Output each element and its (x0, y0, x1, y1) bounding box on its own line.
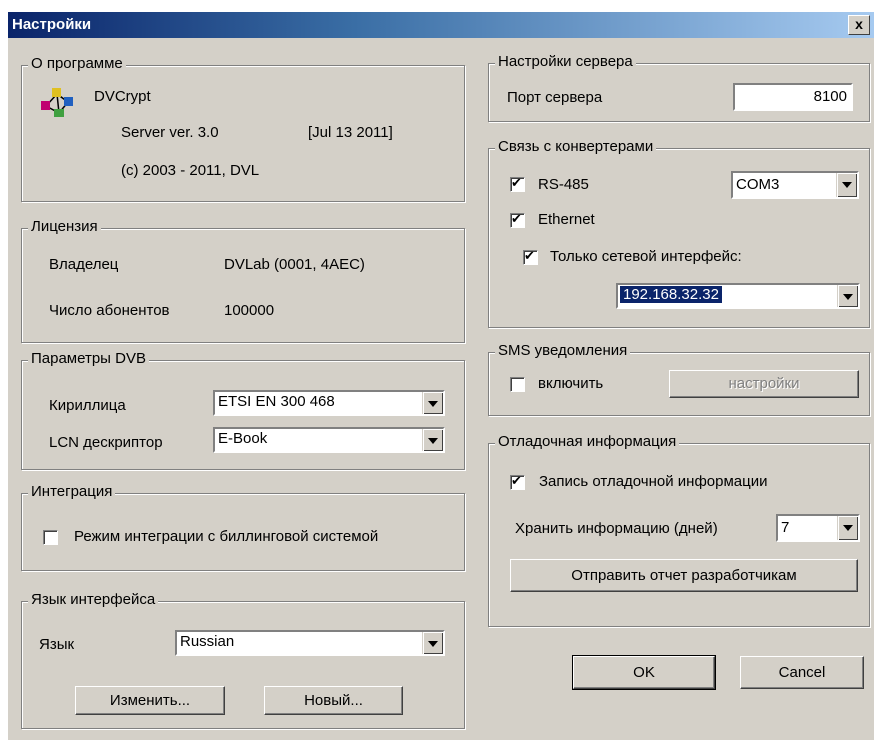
language-select[interactable]: Russian (175, 630, 445, 656)
server-group: Настройки сервера Порт сервера 8100 (488, 53, 870, 122)
dvb-legend: Параметры DVB (28, 350, 149, 367)
com-port-select[interactable]: COM3 (731, 171, 859, 199)
integration-group: Интеграция Режим интеграции с биллингово… (21, 483, 465, 571)
converters-legend: Связь с конвертерами (495, 138, 657, 155)
network-interface-select[interactable]: 192.168.32.32 (616, 283, 860, 309)
copyright: (c) 2003 - 2011, DVL (121, 162, 260, 179)
com-port-value: COM3 (736, 176, 780, 193)
subscribers-label: Число абонентов (49, 302, 170, 319)
language-group: Язык интерфейса Язык Russian Изменить...… (21, 591, 465, 729)
about-legend: О программе (28, 55, 126, 72)
language-label: Язык (39, 636, 75, 653)
billing-integration-checkbox[interactable] (43, 530, 58, 545)
keep-days-label: Хранить информацию (дней) (515, 520, 718, 537)
cyrillic-label: Кириллица (49, 397, 126, 414)
keep-days-value: 7 (781, 519, 790, 536)
rs485-label[interactable]: RS-485 (538, 176, 589, 193)
subscribers-value: 100000 (224, 302, 275, 319)
ok-button[interactable]: OK (572, 655, 716, 690)
dvb-group: Параметры DVB Кириллица ETSI EN 300 468 … (21, 350, 465, 470)
chevron-down-icon[interactable] (422, 632, 443, 654)
app-name: DVCrypt (94, 88, 151, 105)
lcn-select[interactable]: E-Book (213, 427, 445, 453)
sms-group: SMS уведомления включить настройки (488, 342, 870, 416)
keep-days-select[interactable]: 7 (776, 514, 860, 542)
ethernet-label[interactable]: Ethernet (538, 211, 595, 228)
port-input[interactable]: 8100 (733, 83, 853, 111)
cyrillic-value: ETSI EN 300 468 (218, 393, 335, 410)
build-date: [Jul 13 2011] (308, 124, 393, 141)
iface-only-checkbox[interactable] (523, 248, 538, 265)
language-value: Russian (180, 633, 235, 650)
debug-record-label[interactable]: Запись отладочной информации (539, 473, 767, 490)
license-legend: Лицензия (28, 218, 101, 235)
chevron-down-icon[interactable] (422, 429, 443, 451)
network-interface-value: 192.168.32.32 (620, 286, 722, 303)
debug-legend: Отладочная информация (495, 433, 680, 450)
chevron-down-icon[interactable] (422, 392, 443, 414)
ethernet-checkbox[interactable] (510, 211, 525, 228)
iface-only-label[interactable]: Только сетевой интерфейс: (550, 248, 742, 265)
chevron-down-icon[interactable] (837, 285, 858, 307)
rs485-checkbox[interactable] (510, 175, 525, 192)
sms-enable-label[interactable]: включить (538, 375, 603, 392)
language-legend: Язык интерфейса (28, 591, 159, 608)
server-legend: Настройки сервера (495, 53, 636, 70)
debug-group: Отладочная информация Запись отладочной … (488, 433, 870, 627)
change-language-button[interactable]: Изменить... (75, 686, 225, 715)
license-group: Лицензия Владелец DVLab (0001, 4AEC) Чис… (21, 218, 465, 343)
billing-integration-label[interactable]: Режим интеграции с биллинговой системой (74, 528, 378, 545)
app-logo-icon (41, 88, 73, 117)
server-version: Server ver. 3.0 (121, 124, 219, 141)
sms-legend: SMS уведомления (495, 342, 631, 359)
lcn-label: LCN дескриптор (49, 434, 163, 451)
chevron-down-icon[interactable] (836, 173, 857, 197)
port-label: Порт сервера (507, 89, 603, 106)
sms-enable-checkbox[interactable] (510, 377, 525, 392)
debug-record-checkbox[interactable] (510, 473, 525, 490)
send-report-button[interactable]: Отправить отчет разработчикам (510, 559, 858, 592)
cancel-button[interactable]: Cancel (740, 656, 864, 689)
close-button[interactable]: x (848, 15, 870, 35)
about-group: О программе DVCrypt Server ver. 3.0 [Jul… (21, 55, 465, 202)
lcn-value: E-Book (218, 430, 268, 447)
sms-settings-button[interactable]: настройки (669, 370, 859, 398)
window-title: Настройки (12, 16, 92, 33)
new-language-button[interactable]: Новый... (264, 686, 403, 715)
owner-label: Владелец (49, 256, 119, 273)
owner-value: DVLab (0001, 4AEC) (224, 256, 365, 273)
integration-legend: Интеграция (28, 483, 116, 500)
title-bar[interactable]: Настройки x (8, 12, 874, 38)
chevron-down-icon[interactable] (837, 516, 858, 540)
cyrillic-select[interactable]: ETSI EN 300 468 (213, 390, 445, 416)
converters-group: Связь с конвертерами RS-485 COM3 Etherne… (488, 138, 870, 328)
